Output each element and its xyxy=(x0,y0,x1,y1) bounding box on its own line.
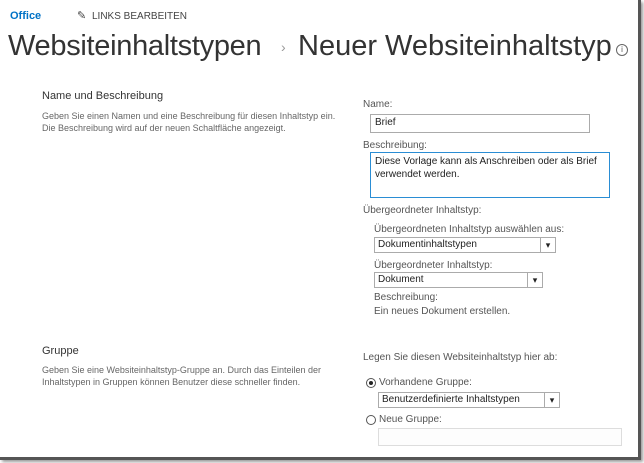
section-heading-group: Gruppe xyxy=(42,345,79,357)
selected-value: Benutzerdefinierte Inhaltstypen xyxy=(382,394,520,405)
name-input[interactable]: Brief xyxy=(370,114,590,133)
new-group-label: Neue Gruppe: xyxy=(379,414,442,425)
existing-group-radio[interactable] xyxy=(366,378,376,388)
parent-from-select[interactable]: Dokumentinhaltstypen ▾ xyxy=(374,237,556,253)
parent-desc-value: Ein neues Dokument erstellen. xyxy=(374,306,511,317)
info-icon[interactable]: i xyxy=(616,44,628,56)
section-desc: Inhaltstypen in Gruppen können Benutzer … xyxy=(42,377,301,387)
selected-value: Dokumentinhaltstypen xyxy=(378,239,477,250)
section-heading-name: Name und Beschreibung xyxy=(42,90,164,102)
selected-value: Dokument xyxy=(378,274,424,285)
parent-type-select[interactable]: Dokument ▾ xyxy=(374,272,543,288)
section-desc: Die Beschreibung wird auf der neuen Scha… xyxy=(42,123,286,133)
description-textarea[interactable]: Diese Vorlage kann als Anschreiben oder … xyxy=(370,152,610,198)
name-label: Name: xyxy=(363,99,393,110)
new-group-input[interactable] xyxy=(378,428,622,446)
parent-from-label: Übergeordneten Inhaltstyp auswählen aus: xyxy=(374,224,565,235)
chevron-down-icon: ▾ xyxy=(540,238,555,252)
parent-type-heading: Übergeordneter Inhaltstyp: xyxy=(363,205,482,216)
section-desc: Geben Sie einen Namen und eine Beschreib… xyxy=(42,111,336,121)
parent-type-label: Übergeordneter Inhaltstyp: xyxy=(374,260,493,271)
chevron-down-icon: ▾ xyxy=(527,273,542,287)
existing-group-select[interactable]: Benutzerdefinierte Inhaltstypen ▾ xyxy=(378,392,560,408)
breadcrumb-separator: › xyxy=(281,39,286,55)
office-link[interactable]: Office xyxy=(10,10,41,22)
chevron-down-icon: ▾ xyxy=(544,393,559,407)
description-label: Beschreibung: xyxy=(363,140,427,151)
section-desc: Geben Sie eine Websiteinhaltstyp-Gruppe … xyxy=(42,365,321,375)
existing-group-label: Vorhandene Gruppe: xyxy=(379,377,472,388)
group-label: Legen Sie diesen Websiteinhaltstyp hier … xyxy=(363,352,558,363)
page-title: Neuer Websiteinhaltstyp xyxy=(298,30,612,62)
edit-links-button[interactable]: LINKS BEARBEITEN xyxy=(92,11,187,22)
pencil-icon: ✎ xyxy=(77,10,87,22)
parent-desc-label: Beschreibung: xyxy=(374,292,438,303)
breadcrumb-parent[interactable]: Websiteinhaltstypen xyxy=(8,30,262,63)
new-group-radio[interactable] xyxy=(366,415,376,425)
